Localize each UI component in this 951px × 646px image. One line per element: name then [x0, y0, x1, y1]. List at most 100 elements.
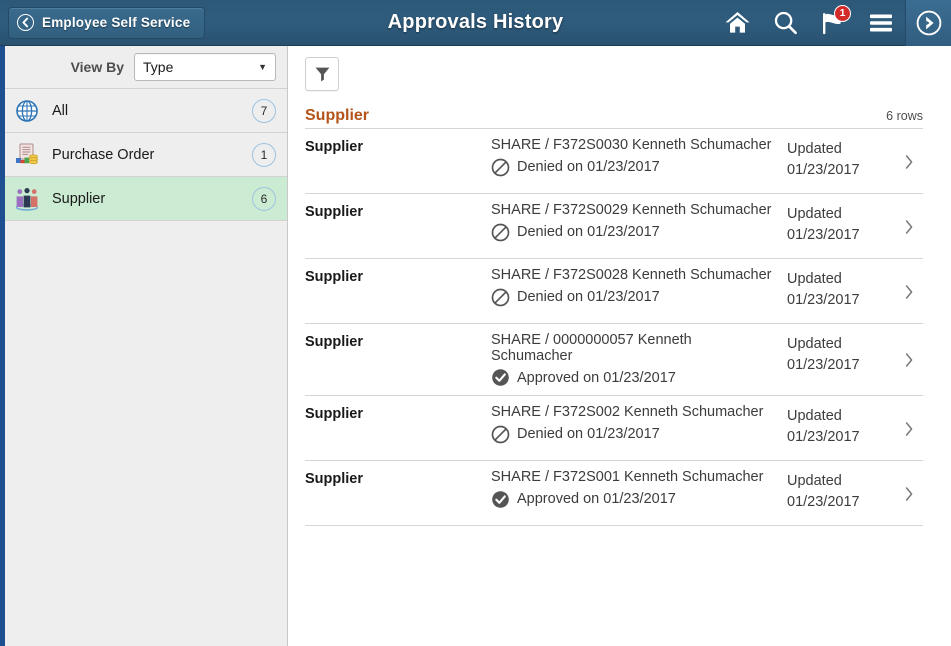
- row-type: Supplier: [305, 471, 364, 487]
- row-updated: Updated 01/23/2017: [787, 268, 895, 311]
- row-details: SHARE / 0000000057 Kenneth Schumacher Ap…: [491, 332, 787, 387]
- row-type: Supplier: [305, 334, 364, 350]
- approved-icon: [491, 490, 510, 509]
- row-count-text: 6 rows: [886, 109, 923, 123]
- navbar-compass-icon[interactable]: [905, 0, 951, 46]
- sidebar-item-all-count: 7: [252, 98, 276, 123]
- chevron-right-icon[interactable]: [895, 352, 923, 368]
- search-icon[interactable]: [761, 0, 809, 46]
- row-status: Denied on 01/23/2017: [491, 425, 777, 444]
- sidebar-item-supplier-label: Supplier: [52, 190, 106, 207]
- row-status: Approved on 01/23/2017: [491, 490, 777, 509]
- supplier-people-icon: [14, 186, 40, 212]
- notification-count-badge: 1: [834, 4, 851, 22]
- view-by-label: View By: [70, 59, 124, 75]
- row-updated-label: Updated: [787, 141, 842, 157]
- table-row[interactable]: Supplier SHARE / F372S002 Kenneth Schuma…: [305, 396, 923, 461]
- sidebar-item-purchase-order-count: 1: [252, 142, 276, 167]
- row-updated: Updated 01/23/2017: [787, 333, 895, 376]
- row-updated: Updated 01/23/2017: [787, 470, 895, 513]
- row-description: SHARE / F372S0030 Kenneth Schumacher: [491, 137, 772, 153]
- table-row[interactable]: Supplier SHARE / F372S0030 Kenneth Schum…: [305, 129, 923, 194]
- chevron-right-icon[interactable]: [895, 154, 923, 170]
- row-updated-label: Updated: [787, 271, 842, 287]
- group-header-supplier: Supplier 6 rows: [305, 107, 923, 129]
- denied-icon: [491, 158, 510, 177]
- row-details: SHARE / F372S0028 Kenneth Schumacher Den…: [491, 267, 787, 307]
- row-updated-date: 01/23/2017: [787, 357, 860, 373]
- table-row[interactable]: Supplier SHARE / 0000000057 Kenneth Schu…: [305, 324, 923, 396]
- row-status-text: Denied on 01/23/2017: [517, 159, 660, 175]
- approvals-history-page: Employee Self Service Approvals History: [0, 0, 951, 646]
- chevron-right-icon[interactable]: [895, 421, 923, 437]
- denied-icon: [491, 425, 510, 444]
- notification-flag-icon[interactable]: 1: [809, 0, 857, 46]
- chevron-down-icon: ▼: [258, 62, 267, 72]
- row-type: Supplier: [305, 139, 364, 155]
- sidebar-empty-space: [5, 221, 287, 646]
- header-actions: 1: [713, 0, 951, 46]
- row-updated-label: Updated: [787, 206, 842, 222]
- row-updated: Updated 01/23/2017: [787, 138, 895, 181]
- chevron-left-icon: [17, 14, 34, 31]
- purchase-order-icon: [14, 142, 40, 168]
- back-to-employee-self-service-button[interactable]: Employee Self Service: [8, 6, 206, 39]
- row-updated-date: 01/23/2017: [787, 292, 860, 308]
- table-row[interactable]: Supplier SHARE / F372S0029 Kenneth Schum…: [305, 194, 923, 259]
- row-type: Supplier: [305, 269, 364, 285]
- sidebar-item-supplier-count: 6: [252, 186, 276, 211]
- row-updated-label: Updated: [787, 473, 842, 489]
- table-row[interactable]: Supplier SHARE / F372S0028 Kenneth Schum…: [305, 259, 923, 324]
- denied-icon: [491, 223, 510, 242]
- hamburger-menu-icon[interactable]: [857, 0, 905, 46]
- sidebar-item-all-label: All: [52, 102, 69, 119]
- funnel-icon: [314, 65, 331, 83]
- view-by-select[interactable]: Type ▼: [134, 53, 276, 81]
- list-toolbar: [288, 46, 951, 91]
- table-row[interactable]: Supplier SHARE / F372S001 Kenneth Schuma…: [305, 461, 923, 526]
- approved-icon: [491, 368, 510, 387]
- row-description: SHARE / F372S0029 Kenneth Schumacher: [491, 202, 772, 218]
- row-updated-label: Updated: [787, 408, 842, 424]
- row-details: SHARE / F372S001 Kenneth Schumacher Appr…: [491, 469, 787, 509]
- denied-icon: [491, 288, 510, 307]
- row-type: Supplier: [305, 204, 364, 220]
- row-details: SHARE / F372S0029 Kenneth Schumacher Den…: [491, 202, 787, 242]
- row-details: SHARE / F372S0030 Kenneth Schumacher Den…: [491, 137, 787, 177]
- sidebar-item-purchase-order-label: Purchase Order: [52, 146, 155, 163]
- row-status: Approved on 01/23/2017: [491, 368, 777, 387]
- row-status-text: Approved on 01/23/2017: [517, 491, 676, 507]
- app-header: Employee Self Service Approvals History: [0, 0, 951, 46]
- row-updated-date: 01/23/2017: [787, 429, 860, 445]
- row-description: SHARE / F372S0028 Kenneth Schumacher: [491, 267, 772, 283]
- sidebar-item-all[interactable]: All 7: [5, 89, 287, 133]
- row-status-text: Approved on 01/23/2017: [517, 369, 676, 386]
- row-status: Denied on 01/23/2017: [491, 158, 777, 177]
- sidebar-item-purchase-order[interactable]: Purchase Order 1: [5, 133, 287, 177]
- approvals-list: Supplier SHARE / F372S0030 Kenneth Schum…: [305, 129, 923, 526]
- view-by-bar: View By Type ▼: [5, 46, 287, 89]
- chevron-right-icon[interactable]: [895, 284, 923, 300]
- row-description: SHARE / F372S002 Kenneth Schumacher: [491, 404, 764, 420]
- row-updated-label: Updated: [787, 336, 842, 352]
- page-body: View By Type ▼ All 7 Purchase Order 1 Su…: [0, 46, 951, 646]
- row-updated-date: 01/23/2017: [787, 162, 860, 178]
- globe-icon: [14, 98, 40, 124]
- chevron-right-icon[interactable]: [895, 219, 923, 235]
- chevron-right-icon[interactable]: [895, 486, 923, 502]
- row-type: Supplier: [305, 406, 364, 422]
- row-description: SHARE / F372S001 Kenneth Schumacher: [491, 469, 764, 485]
- row-status: Denied on 01/23/2017: [491, 288, 777, 307]
- filter-button[interactable]: [305, 57, 339, 91]
- sidebar-item-supplier[interactable]: Supplier 6: [5, 177, 287, 221]
- row-description: SHARE / 0000000057 Kenneth Schumacher: [491, 332, 692, 364]
- row-updated-date: 01/23/2017: [787, 494, 860, 510]
- group-title: Supplier: [305, 107, 370, 124]
- row-status-text: Denied on 01/23/2017: [517, 289, 660, 305]
- row-status-text: Denied on 01/23/2017: [517, 224, 660, 240]
- row-status-text: Denied on 01/23/2017: [517, 426, 660, 442]
- row-updated: Updated 01/23/2017: [787, 405, 895, 448]
- main-content: Supplier 6 rows Supplier SHARE / F372S00…: [288, 46, 951, 646]
- home-icon[interactable]: [713, 0, 761, 46]
- row-updated-date: 01/23/2017: [787, 227, 860, 243]
